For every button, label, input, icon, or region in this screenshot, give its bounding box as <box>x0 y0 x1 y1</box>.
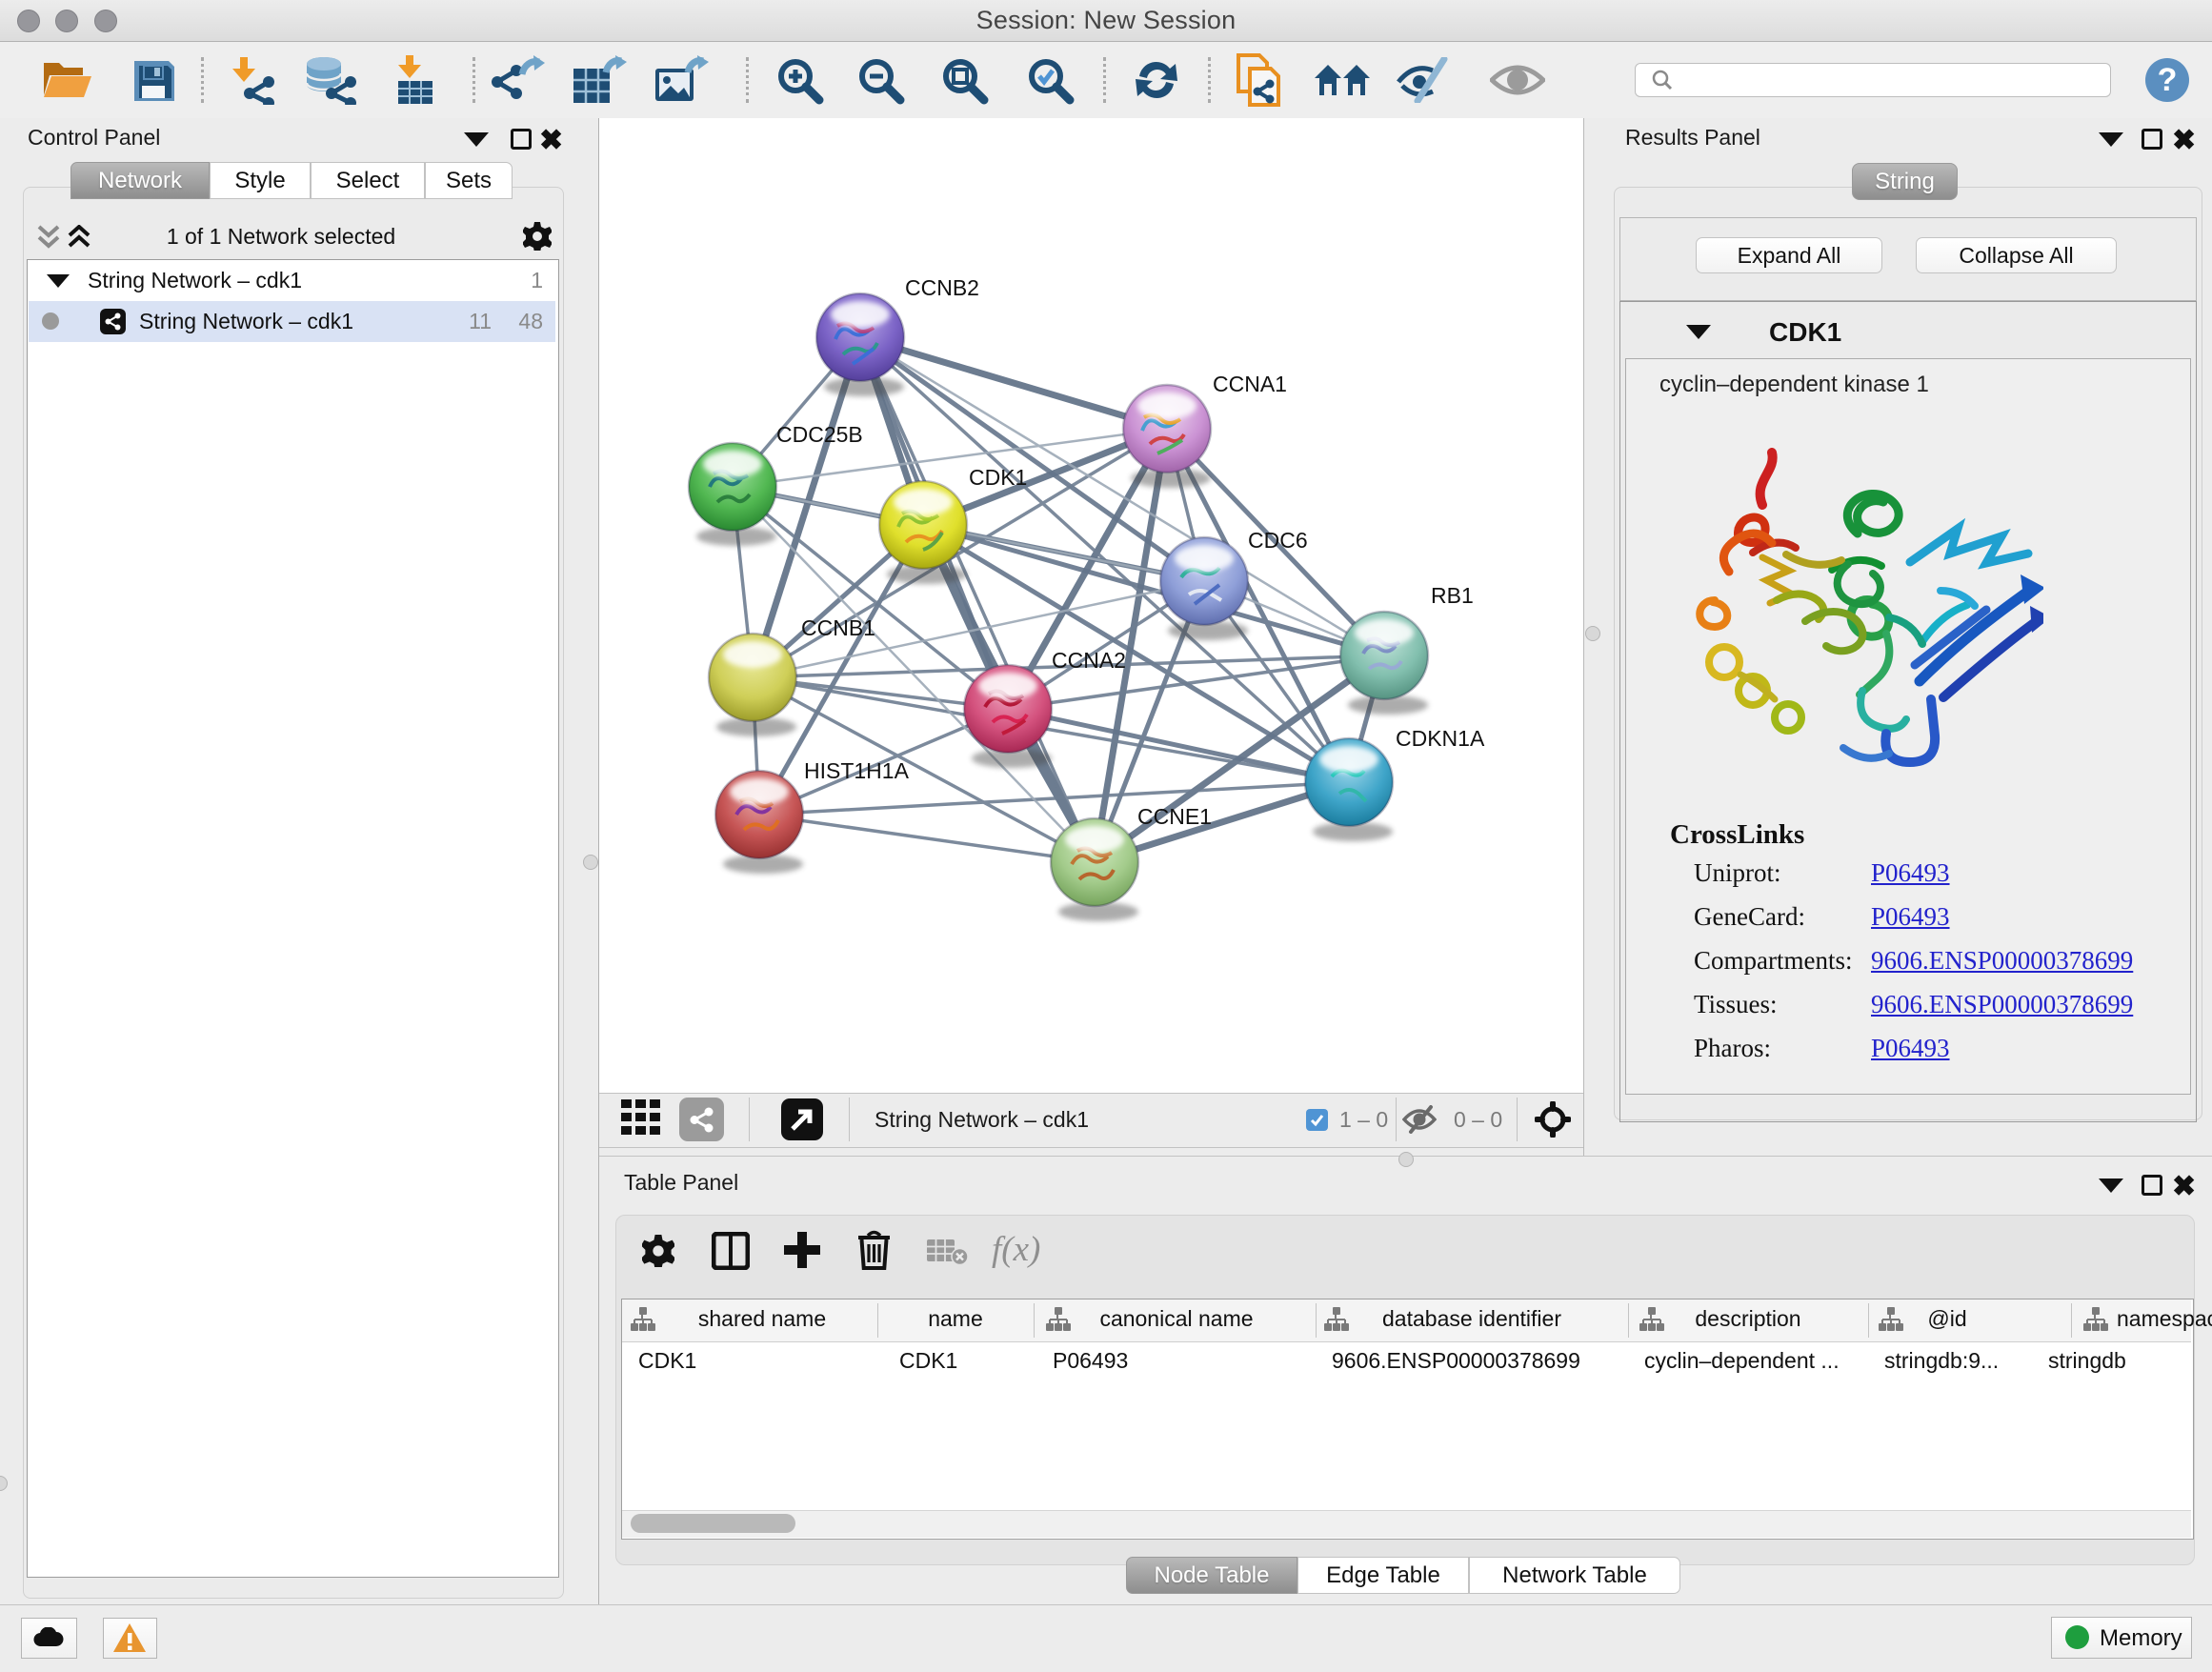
svg-text:RB1: RB1 <box>1431 583 1474 608</box>
svg-text:CCNA1: CCNA1 <box>1213 372 1287 396</box>
svg-text:CCNA2: CCNA2 <box>1052 648 1126 673</box>
svg-text:HIST1H1A: HIST1H1A <box>804 758 910 783</box>
svg-text:CDC6: CDC6 <box>1248 528 1308 553</box>
svg-text:CDKN1A: CDKN1A <box>1396 726 1485 751</box>
svg-text:CCNE1: CCNE1 <box>1137 804 1212 829</box>
svg-text:CDC25B: CDC25B <box>776 422 863 447</box>
svg-text:CDK1: CDK1 <box>969 465 1027 490</box>
svg-text:CCNB1: CCNB1 <box>801 615 875 640</box>
svg-text:CCNB2: CCNB2 <box>905 275 979 300</box>
